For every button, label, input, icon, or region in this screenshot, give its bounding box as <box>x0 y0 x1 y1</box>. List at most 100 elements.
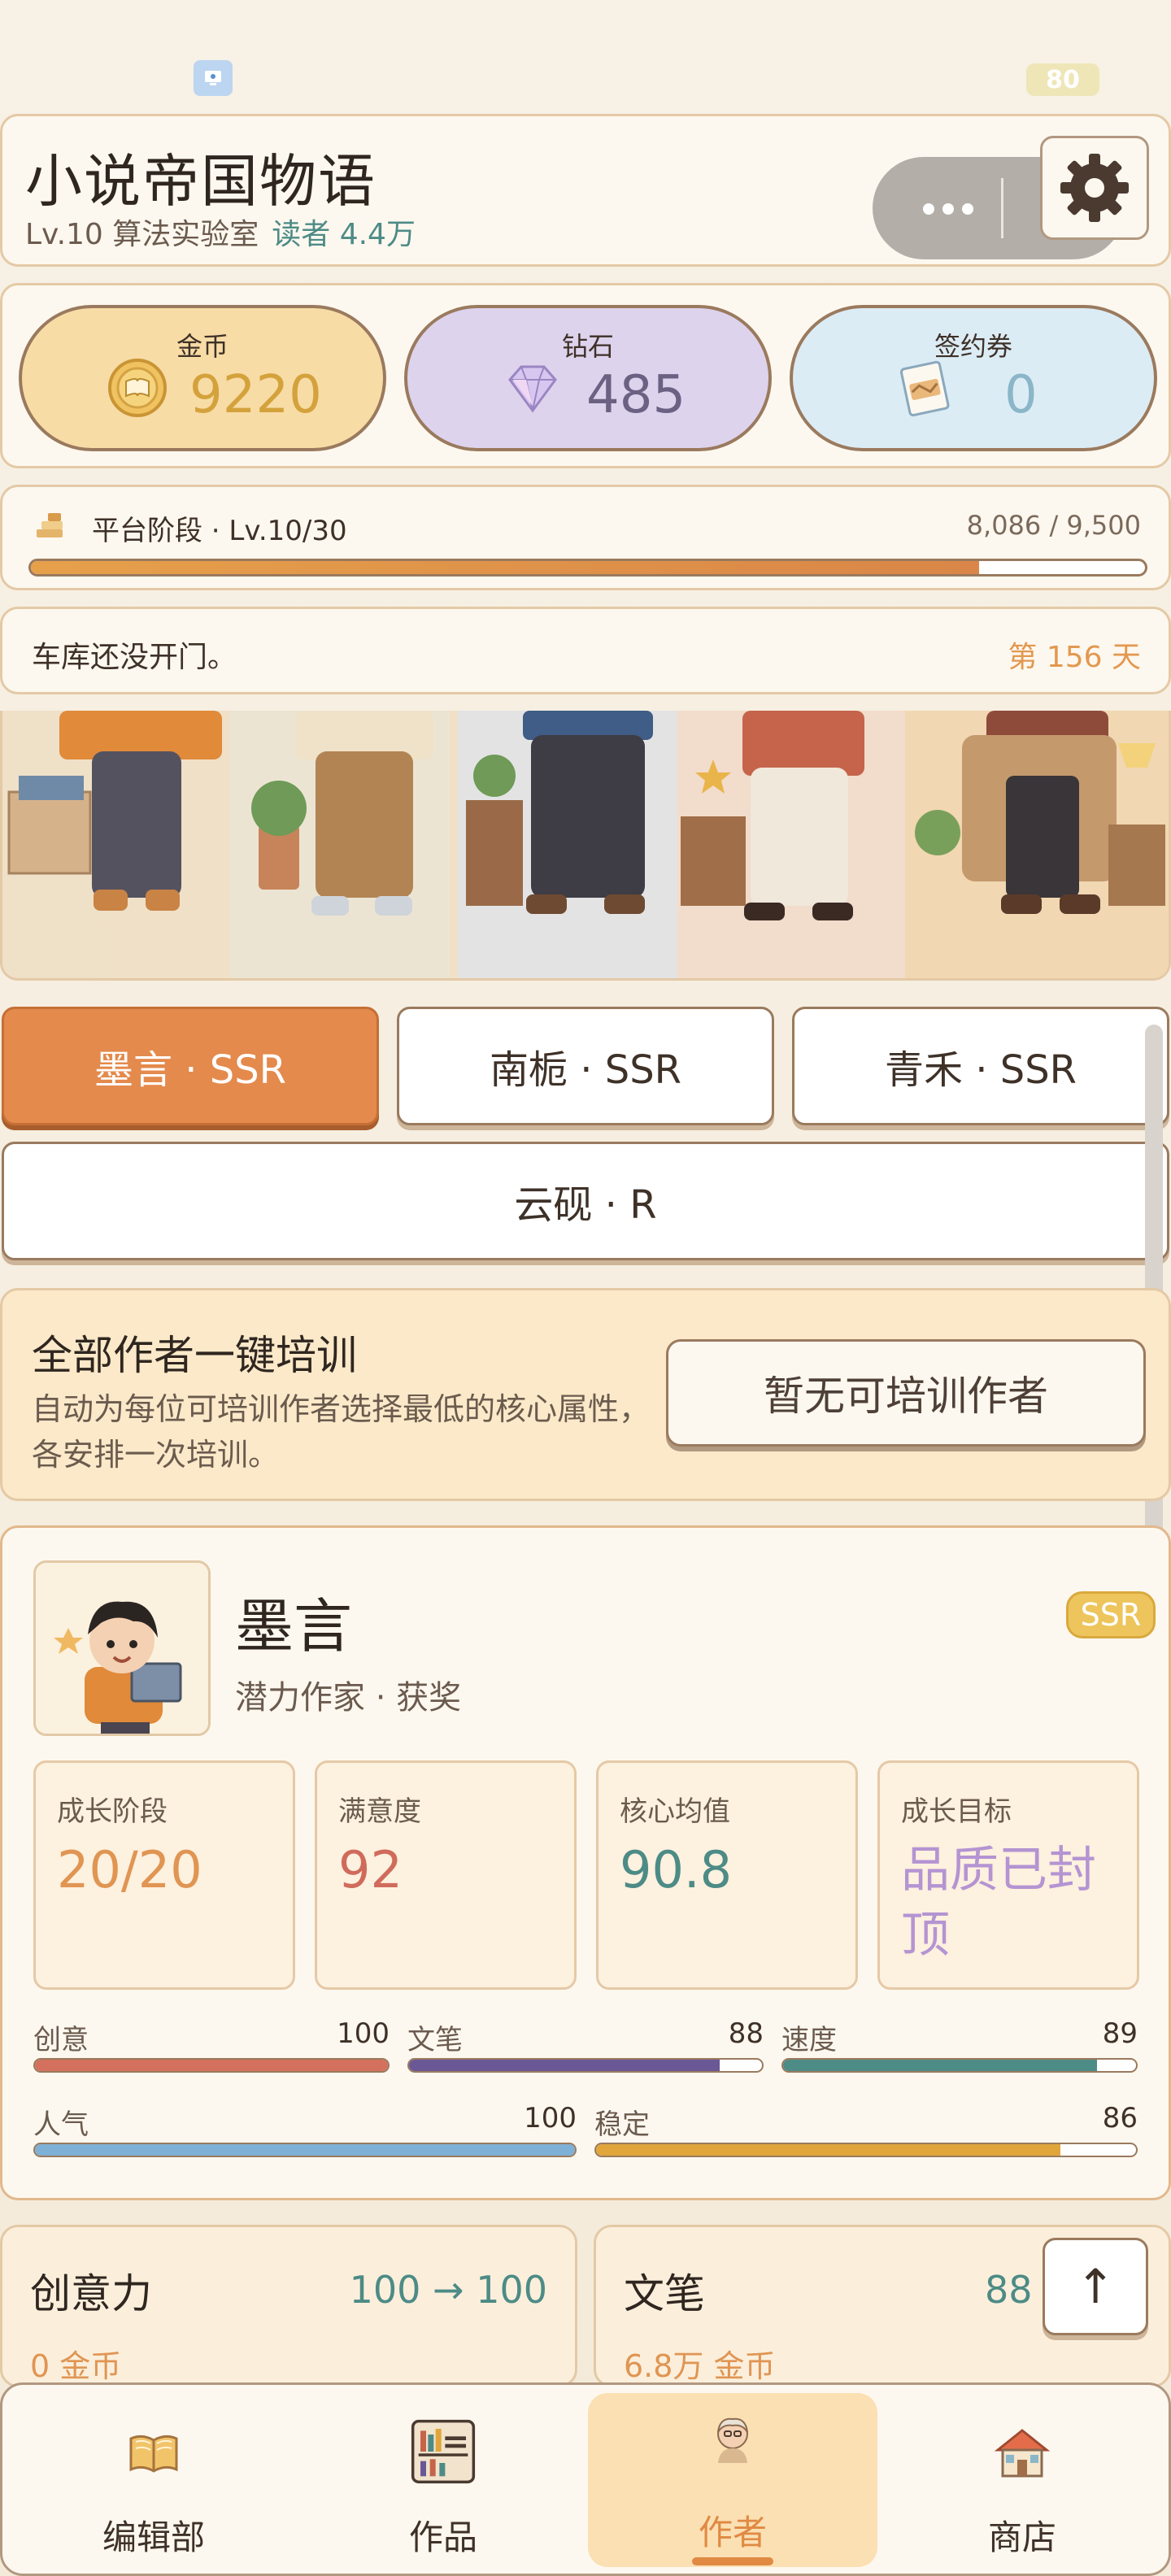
author-tab-yunyan[interactable]: 云砚 · R <box>2 1142 1169 1260</box>
attr-bar <box>33 2058 390 2073</box>
author-avatar <box>33 1560 211 1736</box>
attr-value: 89 <box>1102 2017 1138 2050</box>
ticket-label: 签约券 <box>934 331 1012 362</box>
author-tab-moyan[interactable]: 墨言 · SSR <box>2 1007 379 1125</box>
attr-value: 86 <box>1102 2102 1138 2134</box>
currency-bar: 金币 9220 钻石 485 签约券 0 <box>0 283 1171 468</box>
batch-train-button[interactable]: 暂无可培训作者 <box>666 1339 1146 1447</box>
day-counter: 第 156 天 <box>1008 641 1141 674</box>
training-description: 自动为每位可培训作者选择最低的核心属性，各安排一次培训。 <box>32 1391 651 1473</box>
skill-value: 100 → 100 <box>349 2268 547 2312</box>
author-icon <box>717 2417 748 2463</box>
rarity-badge: SSR <box>1066 1591 1156 1638</box>
app-header: 小说帝国物语 Lv.10 算法实验室 读者 4.4万 <box>0 114 1171 267</box>
diamond-icon <box>508 365 557 413</box>
skill-name: 文笔 <box>624 2270 705 2317</box>
training-title: 全部作者一键培训 <box>32 1332 357 1379</box>
author-tab-nanzhi[interactable]: 南栀 · SSR <box>397 1007 774 1125</box>
stat-core-average: 核心均值 90.8 <box>596 1760 858 1990</box>
attr-popularity: 人气 100 <box>33 2102 577 2167</box>
notice-text: 车库还没开门。 <box>32 641 237 674</box>
attr-bar-fill <box>596 2144 1061 2156</box>
stat-value: 90.8 <box>620 1840 733 1899</box>
studio-info: Lv.10 算法实验室 读者 4.4万 <box>25 211 416 253</box>
bookshelf-icon <box>411 2419 476 2484</box>
nav-shop[interactable]: 商店 <box>877 2385 1167 2575</box>
stat-label: 成长阶段 <box>57 1795 168 1828</box>
stat-value: 92 <box>338 1840 403 1899</box>
attr-value: 100 <box>337 2017 390 2050</box>
attr-bar <box>594 2143 1138 2157</box>
attr-creativity: 创意 100 <box>33 2017 390 2082</box>
attr-bar-fill <box>783 2060 1098 2071</box>
coin-icon <box>108 359 167 417</box>
stat-value: 20/20 <box>57 1840 202 1899</box>
nav-works[interactable]: 作品 <box>298 2385 588 2575</box>
nav-editorial[interactable]: 编辑部 <box>9 2385 298 2575</box>
garage-notice: 车库还没开门。 第 156 天 <box>0 607 1171 694</box>
stat-label: 核心均值 <box>620 1795 730 1828</box>
diamond-label: 钻石 <box>561 331 614 362</box>
more-menu-button[interactable] <box>903 185 993 233</box>
stage-progress-fill <box>31 561 979 574</box>
author-name: 墨言 <box>235 1592 353 1660</box>
stage-progress-bar <box>28 559 1147 577</box>
scroll-top-button[interactable]: ↑ <box>1043 2238 1148 2335</box>
gear-icon <box>1060 154 1129 222</box>
attr-name: 稳定 <box>594 2108 650 2141</box>
stage-count: 8,086 / 9,500 <box>966 510 1141 541</box>
train-creativity-card[interactable]: 创意力 100 → 100 0 金币 <box>0 2225 577 2387</box>
nav-label: 作者 <box>698 2513 767 2552</box>
shop-icon <box>994 2429 1051 2478</box>
nav-label: 编辑部 <box>102 2517 205 2557</box>
diamond-value: 485 <box>586 365 686 425</box>
diamond-pill[interactable]: 钻石 485 <box>404 305 772 451</box>
attr-bar <box>407 2058 764 2073</box>
bottom-nav: 编辑部 作品 作者 商店 <box>0 2382 1171 2576</box>
authors-banner-image <box>2 711 1169 978</box>
attr-value: 100 <box>524 2102 577 2134</box>
skill-name: 创意力 <box>30 2270 152 2317</box>
app-page: 80 小说帝国物语 Lv.10 算法实验室 读者 4.4万 金币 9220 钻石… <box>0 0 1171 2576</box>
attr-value: 88 <box>728 2017 764 2050</box>
gold-pill[interactable]: 金币 9220 <box>19 305 386 451</box>
nav-active-underline <box>692 2557 773 2565</box>
attr-bar <box>33 2143 577 2157</box>
attr-name: 创意 <box>33 2024 89 2056</box>
ticket-pill[interactable]: 签约券 0 <box>790 305 1157 451</box>
reader-count: 读者 4.4万 <box>272 218 416 251</box>
attr-stability: 稳定 86 <box>594 2102 1138 2167</box>
attr-bar-fill <box>35 2060 388 2071</box>
status-bar: 80 <box>0 49 1171 107</box>
platform-stage: 平台阶段 · Lv.10/30 8,086 / 9,500 <box>0 485 1171 590</box>
stat-label: 满意度 <box>338 1795 421 1828</box>
author-detail-card: 墨言 潜力作家 · 获奖 SSR 成长阶段 20/20 满意度 92 核心均值 … <box>0 1525 1171 2200</box>
gold-label: 金币 <box>176 331 229 362</box>
attr-name: 人气 <box>33 2108 89 2141</box>
author-tab-qinghe[interactable]: 青禾 · SSR <box>792 1007 1169 1125</box>
nav-authors[interactable]: 作者 <box>588 2385 877 2575</box>
app-title: 小说帝国物语 <box>25 148 377 215</box>
stat-satisfaction: 满意度 92 <box>315 1760 577 1990</box>
batch-training-panel: 全部作者一键培训 自动为每位可培训作者选择最低的核心属性，各安排一次培训。 暂无… <box>0 1288 1171 1501</box>
attr-name: 速度 <box>781 2024 837 2056</box>
ticket-value: 0 <box>1004 365 1038 425</box>
nav-label: 商店 <box>987 2517 1056 2557</box>
attr-writing: 文笔 88 <box>407 2017 764 2082</box>
tier-icon <box>37 513 63 537</box>
book-icon <box>129 2435 178 2473</box>
attr-speed: 速度 89 <box>781 2017 1138 2082</box>
stat-label: 成长目标 <box>901 1795 1012 1828</box>
studio-level: Lv.10 算法实验室 <box>25 218 259 251</box>
ticket-icon <box>899 360 950 417</box>
battery-indicator: 80 <box>1026 63 1099 96</box>
attr-bar <box>781 2058 1138 2073</box>
attr-name: 文笔 <box>407 2024 463 2056</box>
attr-bar-fill <box>409 2060 720 2071</box>
stat-growth-stage: 成长阶段 20/20 <box>33 1760 295 1990</box>
skill-cost: 0 金币 <box>30 2348 122 2384</box>
stage-label: 平台阶段 · Lv.10/30 <box>92 515 347 547</box>
stat-value: 品质已封顶 <box>901 1842 1096 1964</box>
skill-cost: 6.8万 金币 <box>624 2348 776 2384</box>
settings-button[interactable] <box>1040 136 1149 240</box>
